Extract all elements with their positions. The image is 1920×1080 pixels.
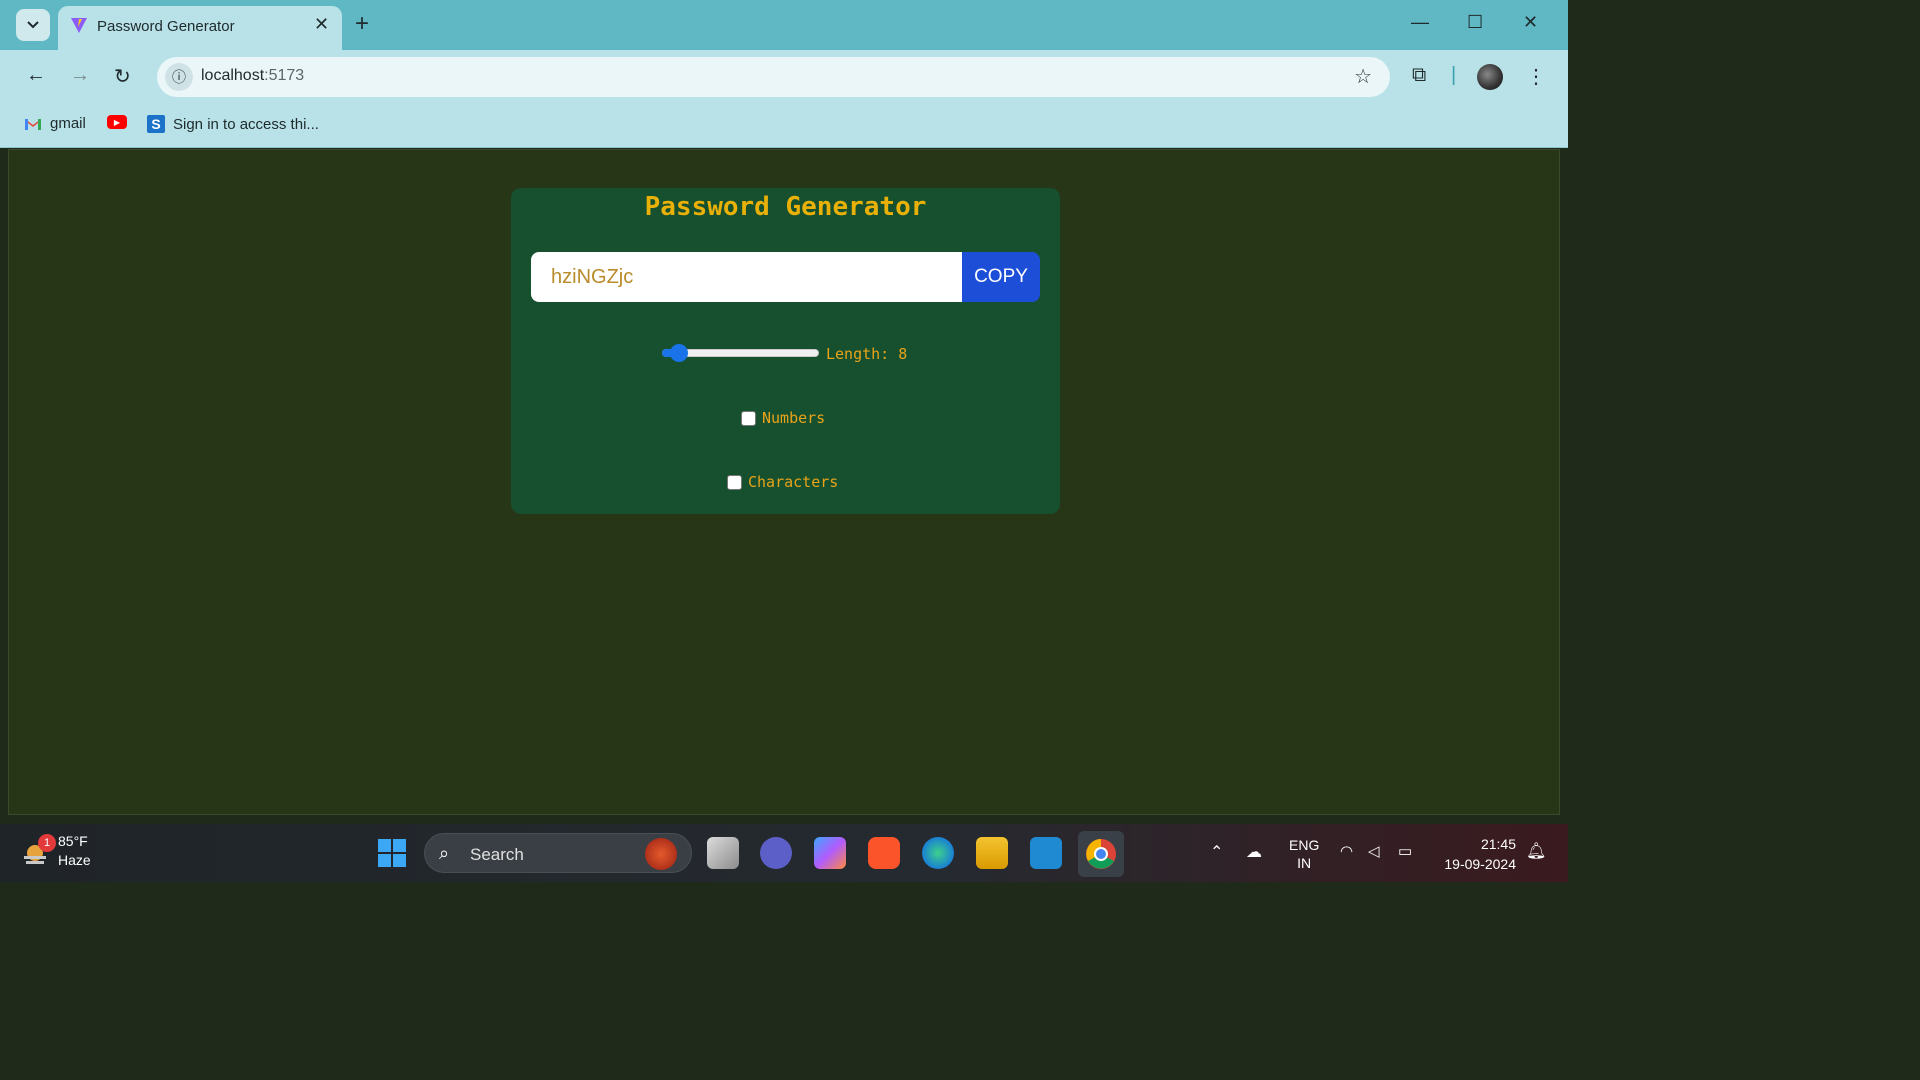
battery-icon[interactable]: ▭	[1398, 842, 1412, 860]
chevron-down-icon	[27, 21, 39, 29]
new-tab-button[interactable]: +	[355, 10, 369, 38]
tab-close-icon[interactable]: ✕	[314, 14, 329, 35]
tab-password-generator[interactable]: Password Generator ✕	[58, 6, 342, 50]
forward-icon[interactable]: →	[70, 64, 90, 87]
bookmark-youtube[interactable]: ▶	[107, 115, 127, 129]
characters-label: Characters	[748, 473, 839, 491]
task-view-icon[interactable]	[707, 837, 739, 869]
reload-icon[interactable]: ↻	[114, 64, 131, 89]
taskbar-search[interactable]: ⌕ Search	[424, 833, 692, 873]
show-hidden-icons-chevron-icon[interactable]: ⌃	[1210, 842, 1223, 862]
tab-title: Password Generator	[97, 18, 235, 35]
page-title: Password Generator	[644, 192, 927, 222]
chrome-icon	[1086, 839, 1116, 869]
taskbar-search-label: Search	[470, 845, 524, 864]
minimize-icon[interactable]: —	[1411, 12, 1429, 33]
numbers-checkbox[interactable]	[741, 410, 756, 426]
bookmarks-bar: gmail ▶ S Sign in to access thi...	[0, 104, 1568, 148]
copy-button[interactable]: COPY	[962, 252, 1040, 302]
site-info-icon[interactable]: ⓘ	[165, 63, 193, 91]
clock-time: 21:45	[1480, 836, 1516, 852]
brave-icon[interactable]	[868, 837, 900, 869]
numbers-option[interactable]: Numbers	[741, 409, 825, 427]
notification-bell-icon[interactable]: 🔔︎	[1526, 841, 1546, 861]
weather-desc: Haze	[58, 852, 91, 868]
bookmark-gmail[interactable]: gmail	[24, 115, 86, 132]
bookmark-star-icon[interactable]: ☆	[1354, 64, 1372, 89]
vite-favicon-icon	[71, 18, 87, 33]
volume-icon[interactable]: ◁	[1368, 842, 1380, 860]
profile-avatar[interactable]	[1477, 64, 1503, 90]
bookmark-label: gmail	[50, 115, 86, 132]
onedrive-cloud-icon[interactable]: ☁	[1246, 842, 1262, 862]
teams-chat-icon[interactable]	[760, 837, 792, 869]
clock-date: 19-09-2024	[1444, 856, 1516, 872]
password-generator-card: Password Generator COPY Length: 8 Number…	[511, 188, 1060, 514]
search-highlight-icon	[645, 838, 677, 870]
numbers-label: Numbers	[762, 409, 826, 427]
tab-search-button[interactable]	[16, 9, 50, 41]
youtube-icon: ▶	[107, 115, 127, 129]
file-explorer-icon[interactable]	[976, 837, 1008, 869]
menu-kebab-icon[interactable]: ⋮	[1526, 64, 1546, 89]
edge-icon[interactable]	[922, 837, 954, 869]
bookmark-label: Sign in to access thi...	[173, 115, 319, 133]
gmail-icon	[25, 118, 41, 130]
length-slider[interactable]	[662, 344, 819, 362]
language-indicator[interactable]: ENG IN	[1289, 836, 1319, 872]
toolbar-divider: |	[1451, 64, 1457, 86]
copilot-icon[interactable]	[814, 837, 846, 869]
url-text[interactable]: localhost:5173	[201, 67, 304, 85]
clock[interactable]: 21:45 19-09-2024	[1444, 834, 1516, 874]
url-host: localhost	[201, 67, 265, 84]
start-button[interactable]	[378, 839, 406, 867]
weather-temp: 85°F	[58, 833, 88, 849]
extensions-icon[interactable]: ⧉	[1412, 64, 1426, 87]
password-field[interactable]	[531, 252, 962, 302]
search-icon: ⌕	[439, 843, 450, 863]
characters-option[interactable]: Characters	[727, 473, 838, 491]
tab-strip: Password Generator ✕ + — ☐ ✕	[0, 0, 1568, 50]
weather-badge: 1	[38, 834, 56, 852]
page-viewport: Password Generator COPY Length: 8 Number…	[8, 149, 1560, 815]
bookmark-sign-in[interactable]: S Sign in to access thi...	[147, 115, 319, 133]
browser-toolbar: ← → ↻ ⓘ localhost:5173 ☆ ⧉ | ⋮	[0, 50, 1568, 104]
s-app-icon: S	[147, 115, 165, 133]
url-port: :5173	[264, 67, 305, 84]
length-label: Length: 8	[826, 345, 908, 363]
characters-checkbox[interactable]	[727, 474, 742, 490]
chrome-taskbar-button[interactable]	[1078, 831, 1124, 877]
slider-thumb[interactable]	[670, 344, 688, 362]
lang-region: IN	[1297, 855, 1312, 871]
maximize-icon[interactable]: ☐	[1467, 12, 1483, 33]
window-close-icon[interactable]: ✕	[1523, 12, 1538, 33]
taskbar: 1 85°F Haze ⌕ Search ⌃ ☁ ENG IN ◠ ◁ ▭ 21…	[0, 824, 1568, 882]
back-icon[interactable]: ←	[26, 64, 46, 87]
vscode-icon[interactable]	[1030, 837, 1062, 869]
address-bar[interactable]: ⓘ localhost:5173 ☆	[157, 57, 1390, 97]
lang-code: ENG	[1289, 837, 1320, 853]
weather-icon: 1	[20, 834, 56, 866]
weather-widget[interactable]: 1 85°F Haze	[20, 832, 91, 870]
wifi-icon[interactable]: ◠	[1340, 842, 1353, 860]
